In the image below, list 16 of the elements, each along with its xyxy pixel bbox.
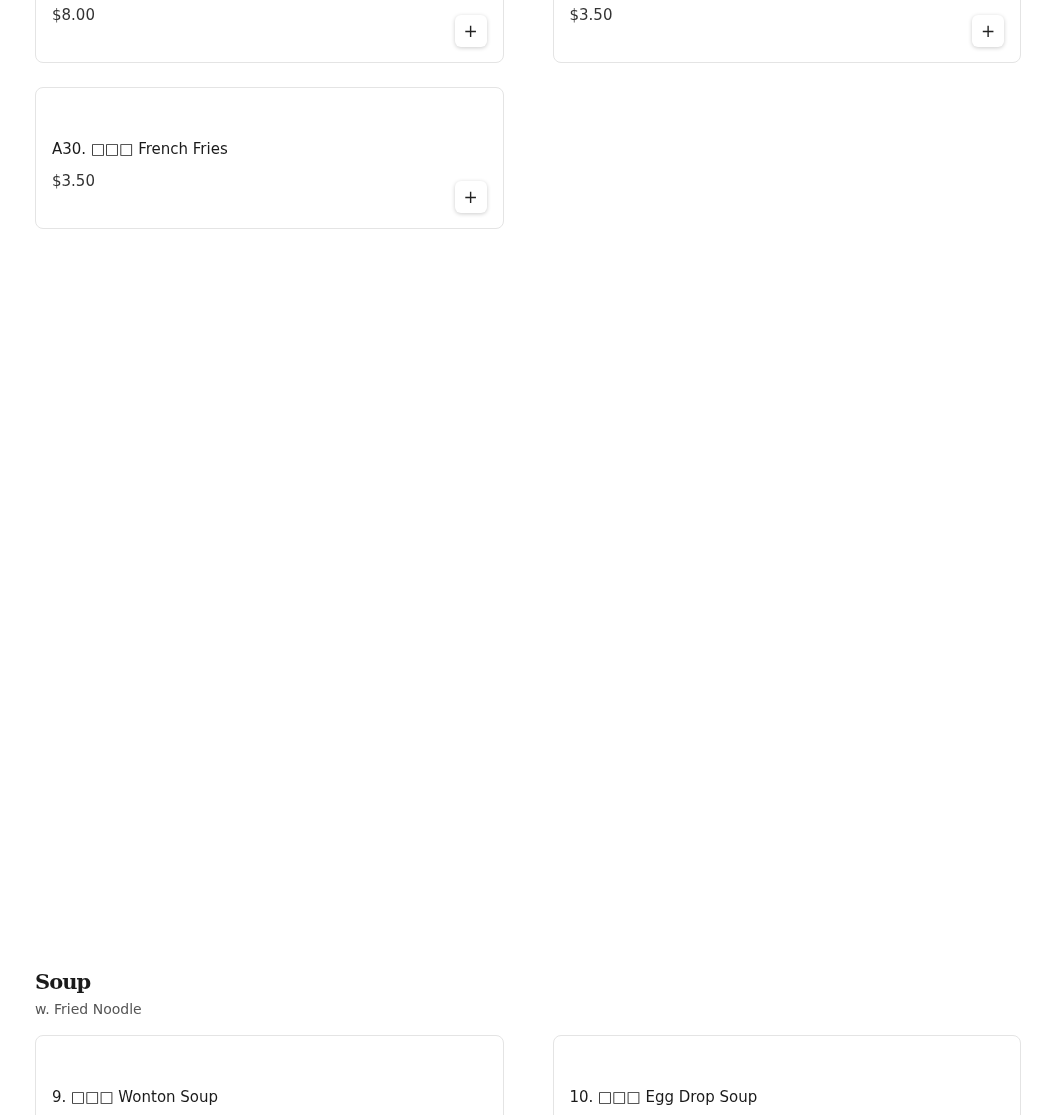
- menu-item-card[interactable]: $8.00 +: [35, 0, 504, 63]
- section-title: Soup: [35, 969, 92, 995]
- item-name: 10. □□□ Egg Drop Soup: [569, 1087, 759, 1108]
- menu-item-card[interactable]: $3.50 +: [552, 0, 1021, 63]
- add-button[interactable]: +: [454, 181, 487, 213]
- item-price: $3.50: [569, 5, 613, 25]
- menu-item-card[interactable]: A30. □□□ French Fries $3.50 +: [35, 87, 504, 229]
- section-subtitle: w. Fried Noodle: [35, 1001, 143, 1017]
- item-price: $8.00: [52, 5, 95, 25]
- add-button[interactable]: +: [972, 15, 1004, 47]
- menu-item-card[interactable]: 9. □□□ Wonton Soup: [35, 1035, 504, 1115]
- item-price: $3.50: [52, 171, 95, 191]
- item-name: 9. □□□ Wonton Soup: [52, 1087, 220, 1108]
- add-button[interactable]: +: [454, 15, 487, 47]
- item-name: A30. □□□ French Fries: [52, 139, 229, 160]
- menu-item-card[interactable]: 10. □□□ Egg Drop Soup: [552, 1035, 1021, 1115]
